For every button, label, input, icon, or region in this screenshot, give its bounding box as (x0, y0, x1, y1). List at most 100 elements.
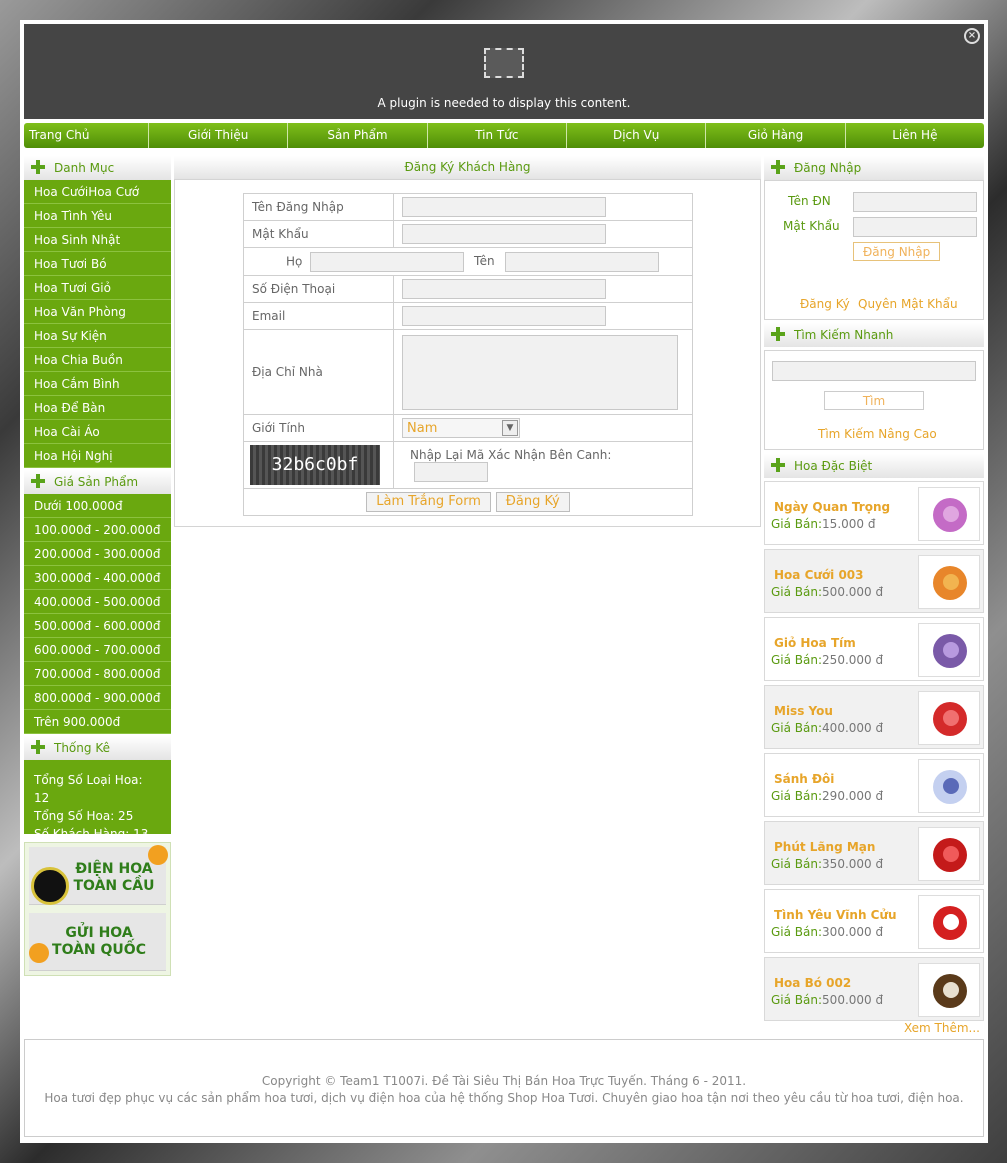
sidebar-item-category[interactable]: Hoa Cài Áo (24, 420, 171, 444)
sidebar-item-price[interactable]: 700.000đ - 800.000đ (24, 662, 171, 686)
nav-item-cart[interactable]: Giỏ Hàng (706, 123, 846, 148)
product-image[interactable] (918, 895, 980, 949)
price-value: 500.000 đ (822, 585, 884, 599)
login-pass-input[interactable] (853, 217, 977, 237)
close-icon[interactable]: × (964, 28, 980, 44)
sidebar-item-price[interactable]: 500.000đ - 600.000đ (24, 614, 171, 638)
price-value: 250.000 đ (822, 653, 884, 667)
lastname-input[interactable] (310, 251, 465, 272)
product-card[interactable]: Sánh Đôi Giá Bán:290.000 đ (764, 753, 984, 817)
forgot-password-link[interactable]: Quyên Mật Khẩu (858, 297, 958, 311)
address-textarea[interactable] (402, 334, 678, 410)
reset-button[interactable]: Làm Trắng Form (366, 492, 491, 512)
product-card[interactable]: Miss You Giá Bán:400.000 đ (764, 685, 984, 749)
product-name[interactable]: Tình Yêu Vĩnh Cửu (774, 908, 897, 922)
sidebar-item-price[interactable]: Dưới 100.000đ (24, 494, 171, 518)
nav-item-news[interactable]: Tin Tức (428, 123, 567, 148)
price-value: 500.000 đ (822, 993, 884, 1007)
product-image[interactable] (918, 963, 980, 1017)
product-image[interactable] (918, 691, 980, 745)
sidebar-item-category[interactable]: Hoa Để Bàn (24, 396, 171, 420)
product-name[interactable]: Sánh Đôi (774, 772, 834, 786)
sidebar-item-category[interactable]: Hoa Chia Buồn (24, 348, 171, 372)
product-card[interactable]: Tình Yêu Vĩnh Cửu Giá Bán:300.000 đ (764, 889, 984, 953)
product-image[interactable] (918, 759, 980, 813)
sidebar-item-category[interactable]: Hoa Hội Nghị (24, 444, 171, 468)
sidebar-item-price[interactable]: 100.000đ - 200.000đ (24, 518, 171, 542)
nav-item-services[interactable]: Dịch Vụ (567, 123, 707, 148)
search-button[interactable]: Tìm (824, 391, 924, 410)
logo-icon (31, 867, 69, 905)
product-image[interactable] (918, 487, 980, 541)
product-card[interactable]: Hoa Cưới 003 Giá Bán:500.000 đ (764, 549, 984, 613)
banner-global[interactable]: ĐIỆN HOA TOÀN CẦU (29, 845, 168, 905)
plus-icon (771, 160, 785, 174)
nav-item-about[interactable]: Giới Thiệu (149, 123, 289, 148)
login-panel: Tên ĐN Mật Khẩu Đăng Nhập Đăng Ký Quyên … (764, 180, 984, 320)
captcha-input[interactable] (414, 462, 488, 482)
sidebar-item-category[interactable]: Hoa Sự Kiện (24, 324, 171, 348)
chevron-down-icon[interactable]: ▼ (502, 420, 518, 436)
ads-banner[interactable]: ĐIỆN HOA TOÀN CẦU GỬI HOA TOÀN QUỐC (24, 842, 171, 976)
sidebar-item-price[interactable]: Trên 900.000đ (24, 710, 171, 734)
plugin-placeholder[interactable]: A plugin is needed to display this conte… (24, 24, 984, 119)
plus-icon (31, 160, 45, 174)
login-button[interactable]: Đăng Nhập (853, 242, 941, 261)
sidebar-item-price[interactable]: 400.000đ - 500.000đ (24, 590, 171, 614)
username-label: Tên Đăng Nhập (243, 193, 394, 221)
sidebar-item-price[interactable]: 600.000đ - 700.000đ (24, 638, 171, 662)
password-label: Mật Khẩu (243, 220, 394, 248)
sidebar-item-category[interactable]: Hoa Văn Phòng (24, 300, 171, 324)
sidebar-item-price[interactable]: 200.000đ - 300.000đ (24, 542, 171, 566)
sidebar-item-price[interactable]: 300.000đ - 400.000đ (24, 566, 171, 590)
product-card[interactable]: Giỏ Hoa Tím Giá Bán:250.000 đ (764, 617, 984, 681)
banner-national[interactable]: GỬI HOA TOÀN QUỐC (29, 913, 166, 971)
advanced-search-link[interactable]: Tìm Kiếm Nâng Cao (818, 427, 937, 441)
sidebar-item-category[interactable]: Hoa Tươi Bó (24, 252, 171, 276)
product-image[interactable] (918, 623, 980, 677)
banner-global-text: ĐIỆN HOA TOÀN CẦU (73, 861, 155, 894)
password-input[interactable] (402, 224, 606, 244)
product-name[interactable]: Giỏ Hoa Tím (774, 636, 856, 650)
product-name[interactable]: Hoa Cưới 003 (774, 568, 864, 582)
product-image[interactable] (918, 827, 980, 881)
register-link[interactable]: Đăng Ký (800, 297, 850, 311)
product-card[interactable]: Hoa Bó 002 Giá Bán:500.000 đ (764, 957, 984, 1021)
product-card[interactable]: Phút Lãng Mạn Giá Bán:350.000 đ (764, 821, 984, 885)
product-name[interactable]: Miss You (774, 704, 833, 718)
nav-item-home[interactable]: Trang Chủ (24, 123, 149, 148)
page-wrapper: A plugin is needed to display this conte… (20, 20, 988, 1143)
price-label: Giá Bán: (771, 993, 823, 1007)
username-input[interactable] (402, 197, 606, 217)
sidebar-item-category[interactable]: Hoa Sinh Nhật (24, 228, 171, 252)
categories-title: Danh Mục (54, 161, 115, 175)
nav-item-products[interactable]: Sản Phẩm (288, 123, 428, 148)
register-button[interactable]: Đăng Ký (495, 492, 570, 512)
price-value: 290.000 đ (822, 789, 884, 803)
product-price: Giá Bán:290.000 đ (771, 789, 883, 803)
email-input[interactable] (402, 306, 606, 326)
product-name[interactable]: Ngày Quan Trọng (774, 500, 890, 514)
sidebar-item-category[interactable]: Hoa Cắm Bình (24, 372, 171, 396)
product-price: Giá Bán:300.000 đ (771, 925, 883, 939)
product-name[interactable]: Hoa Bó 002 (774, 976, 851, 990)
email-label: Email (243, 302, 394, 330)
right-sidebar: Đăng Nhập Tên ĐN Mật Khẩu Đăng Nhập Đăng… (764, 156, 984, 1035)
nav-item-contact[interactable]: Liên Hệ (846, 123, 984, 148)
phone-input[interactable] (402, 279, 606, 299)
product-name[interactable]: Phút Lãng Mạn (774, 840, 875, 854)
search-input[interactable] (772, 361, 976, 381)
sidebar-item-price[interactable]: 800.000đ - 900.000đ (24, 686, 171, 710)
stats-title: Thống Kê (54, 741, 110, 755)
sidebar-item-category[interactable]: Hoa CướiHoa Cướ (24, 180, 171, 204)
product-image[interactable] (918, 555, 980, 609)
product-card[interactable]: Ngày Quan Trọng Giá Bán:15.000 đ (764, 481, 984, 545)
plugin-message: A plugin is needed to display this conte… (377, 96, 631, 110)
gender-select[interactable]: Nam ▼ (402, 418, 520, 438)
sidebar-item-category[interactable]: Hoa Tình Yêu (24, 204, 171, 228)
gender-label: Giới Tính (243, 414, 394, 442)
login-user-input[interactable] (853, 192, 977, 212)
firstname-input[interactable] (504, 251, 659, 272)
more-link[interactable]: Xem Thêm... (764, 1021, 984, 1035)
sidebar-item-category[interactable]: Hoa Tươi Giỏ (24, 276, 171, 300)
